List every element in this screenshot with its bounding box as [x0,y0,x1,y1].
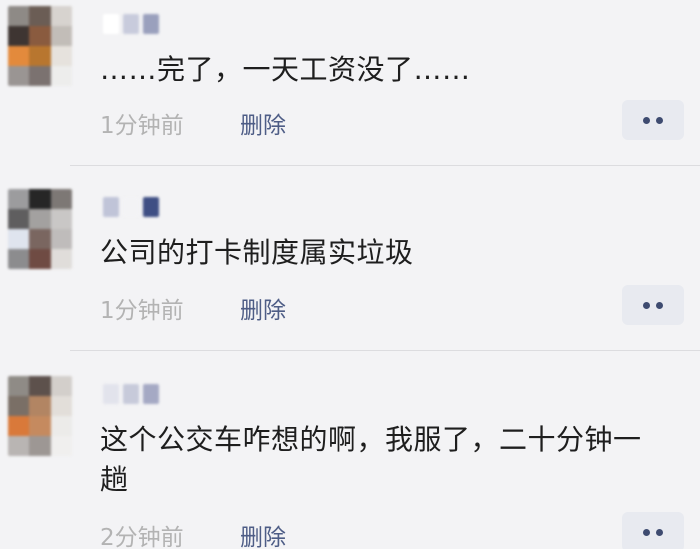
avatar-pixel [50,436,72,456]
avatar-pixel [50,416,72,436]
more-dots-icon [643,301,650,309]
username-blurred[interactable] [103,191,173,217]
avatar-pixel [8,229,30,249]
avatar-pixel [8,209,30,229]
avatar-pixel [29,436,51,456]
more-dots-icon [656,528,663,536]
avatar-pixel [29,66,51,86]
avatar-pixel [50,66,72,86]
avatar-pixel [50,229,72,249]
avatar-pixel [29,209,51,229]
avatar-pixel [29,396,51,416]
avatar-pixel [50,376,72,396]
avatar-pixel [50,249,72,269]
avatar-pixel [8,189,30,209]
avatar-pixel [8,46,30,66]
username-pixel [123,197,139,217]
username-pixel [123,14,139,34]
comment-text: 公司的打卡制度属实垃圾 [100,236,414,269]
username-pixel [143,384,159,404]
avatar-pixel [8,66,30,86]
avatar-pixel [8,6,30,26]
more-dots-icon [643,528,650,536]
more-button[interactable] [622,285,684,325]
avatar-pixel [50,209,72,229]
username-blurred[interactable] [103,378,173,404]
avatar[interactable] [8,189,72,269]
avatar-pixel [8,376,30,396]
comment-time: 2分钟前 [100,525,184,549]
username-pixel [143,14,159,34]
avatar-pixel [8,396,30,416]
more-button[interactable] [622,100,684,140]
avatar-pixel [8,436,30,456]
avatar-pixel [29,249,51,269]
delete-button[interactable]: 删除 [240,518,286,549]
username-pixel [103,197,119,217]
delete-button[interactable]: 删除 [240,291,286,325]
comment-text: ……完了，一天工资没了…… [100,53,471,86]
avatar-pixel [50,26,72,46]
divider [70,350,700,351]
avatar-pixel [29,229,51,249]
comment-time: 1分钟前 [100,113,184,139]
comment-item: ……完了，一天工资没了…… 1分钟前 删除 [0,0,700,162]
comment-text: 这个公交车咋想的啊，我服了，二十分钟一趟 [100,423,642,496]
comment-feed: ……完了，一天工资没了…… 1分钟前 删除 公司的打卡制度属实垃圾 1分钟前 删… [0,0,700,549]
more-dots-icon [656,116,663,124]
username-pixel [103,384,119,404]
delete-button[interactable]: 删除 [240,106,286,140]
more-dots-icon [656,301,663,309]
avatar-pixel [29,6,51,26]
username-pixel [123,384,139,404]
avatar-pixel [8,26,30,46]
avatar-pixel [50,189,72,209]
avatar-pixel [50,46,72,66]
divider [70,165,700,166]
comment-item: 公司的打卡制度属实垃圾 1分钟前 删除 [0,183,700,348]
username-pixel [143,197,159,217]
avatar-pixel [29,46,51,66]
avatar-pixel [50,396,72,416]
avatar-pixel [8,416,30,436]
avatar-pixel [8,249,30,269]
avatar-pixel [50,6,72,26]
more-dots-icon [643,116,650,124]
comment-item: 这个公交车咋想的啊，我服了，二十分钟一趟 2分钟前 删除 [0,370,700,549]
avatar[interactable] [8,376,72,456]
avatar-pixel [29,376,51,396]
more-button[interactable] [622,512,684,549]
avatar[interactable] [8,6,72,86]
comment-time: 1分钟前 [100,298,184,324]
avatar-pixel [29,416,51,436]
avatar-pixel [29,26,51,46]
username-blurred[interactable] [103,8,173,34]
username-pixel [103,14,119,34]
avatar-pixel [29,189,51,209]
